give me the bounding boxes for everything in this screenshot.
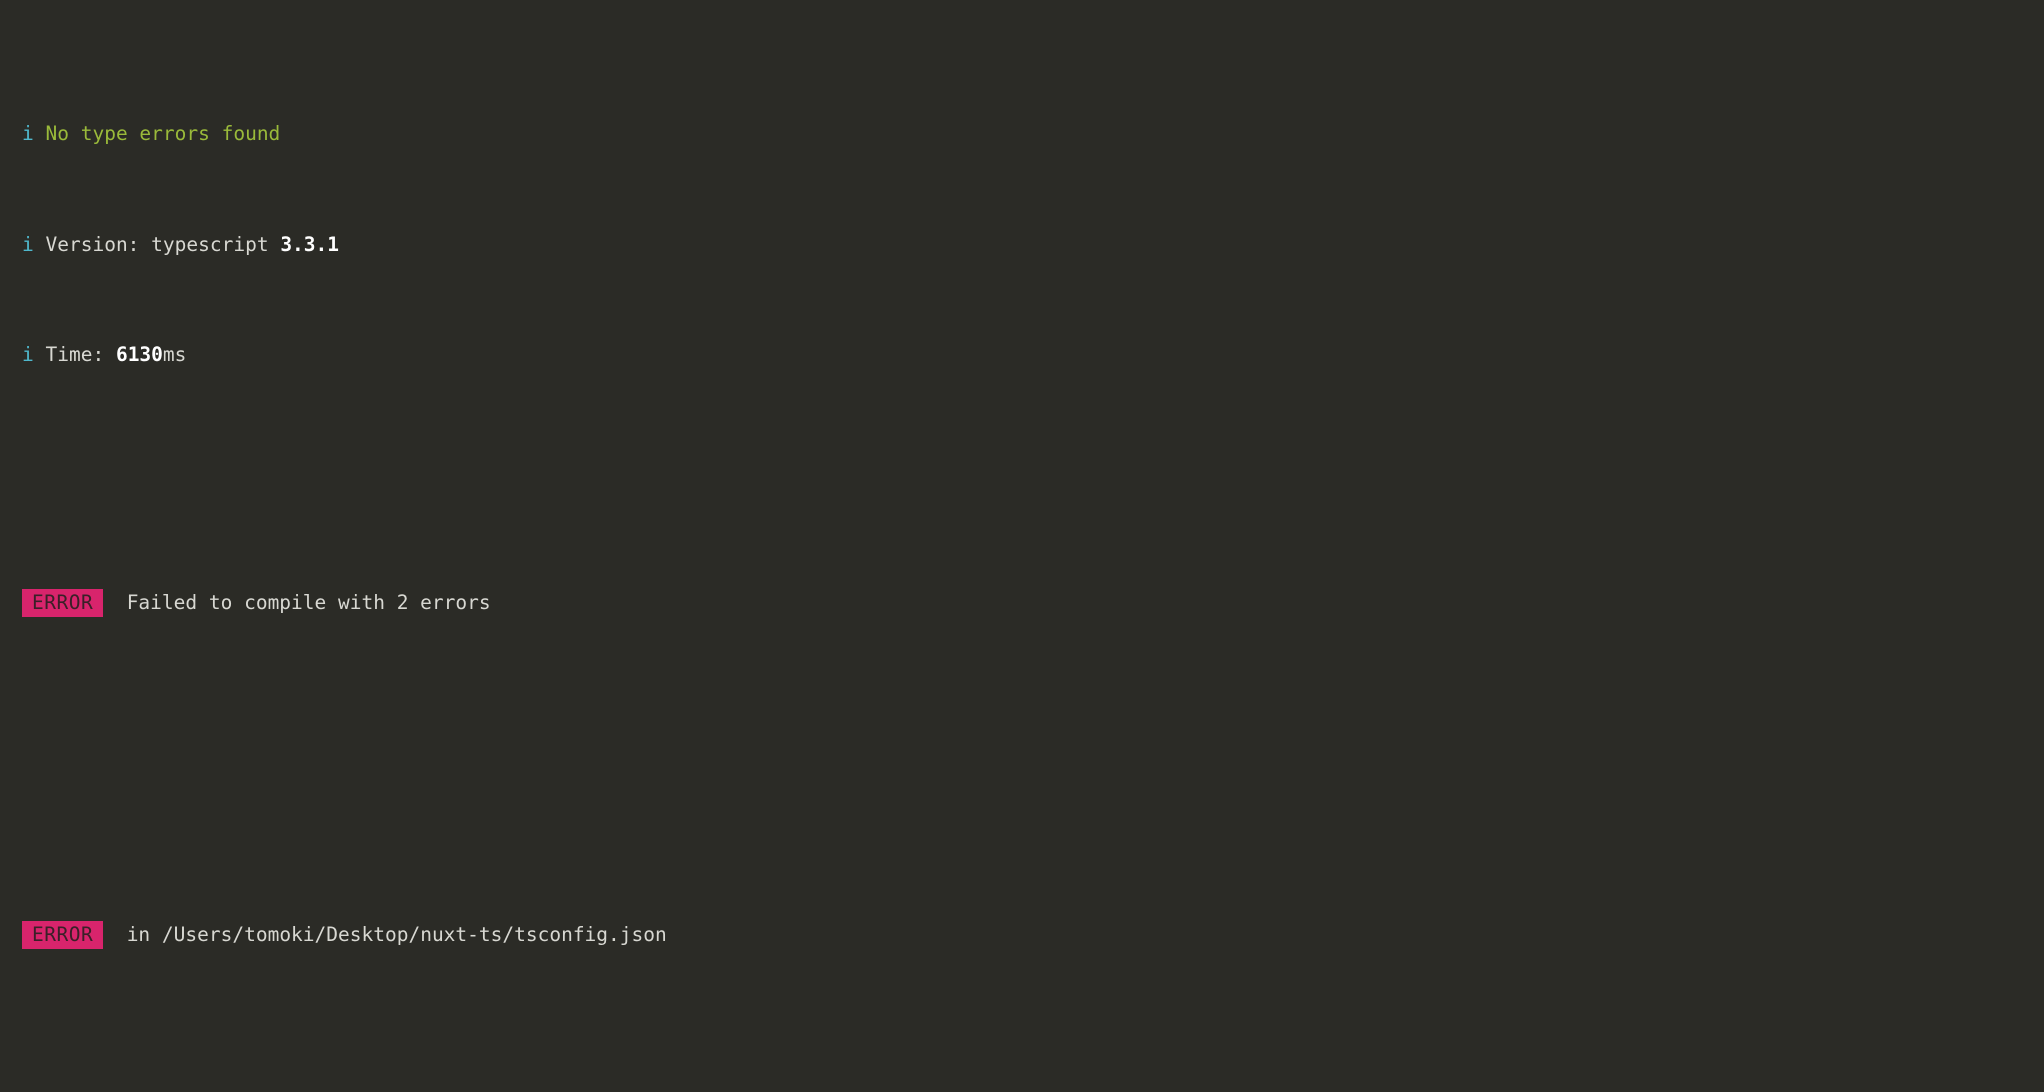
status-badge: ERROR	[22, 920, 104, 949]
error-1-header: ERROR in /Users/tomoki/Desktop/nuxt-ts/t…	[0, 920, 2044, 949]
version-value: 3.3.1	[280, 232, 340, 256]
time-value: 6130	[115, 343, 163, 367]
line-time: i Time: 6130ms	[0, 341, 2044, 369]
no-type-errors-text: No type errors found	[45, 122, 281, 146]
version-label: Version: typescript	[45, 232, 281, 256]
line-no-type-errors: i No type errors found	[0, 120, 2044, 148]
compile-summary-line: ERROR Failed to compile with 2 errors	[0, 589, 2044, 618]
time-unit: ms	[162, 343, 187, 367]
error-1-location-prefix: in	[126, 922, 162, 946]
info-icon: i	[22, 232, 34, 256]
line-version: i Version: typescript 3.3.1	[0, 231, 2044, 259]
error-1-location: /Users/tomoki/Desktop/nuxt-ts/tsconfig.j…	[161, 922, 667, 946]
time-label: Time:	[45, 343, 116, 367]
info-icon: i	[22, 122, 34, 146]
compile-summary-text: Failed to compile with 2 errors	[126, 591, 491, 615]
terminal-output[interactable]: i No type errors found i Version: typesc…	[0, 0, 2044, 1092]
status-badge: ERROR	[22, 589, 104, 618]
info-icon: i	[22, 343, 34, 367]
